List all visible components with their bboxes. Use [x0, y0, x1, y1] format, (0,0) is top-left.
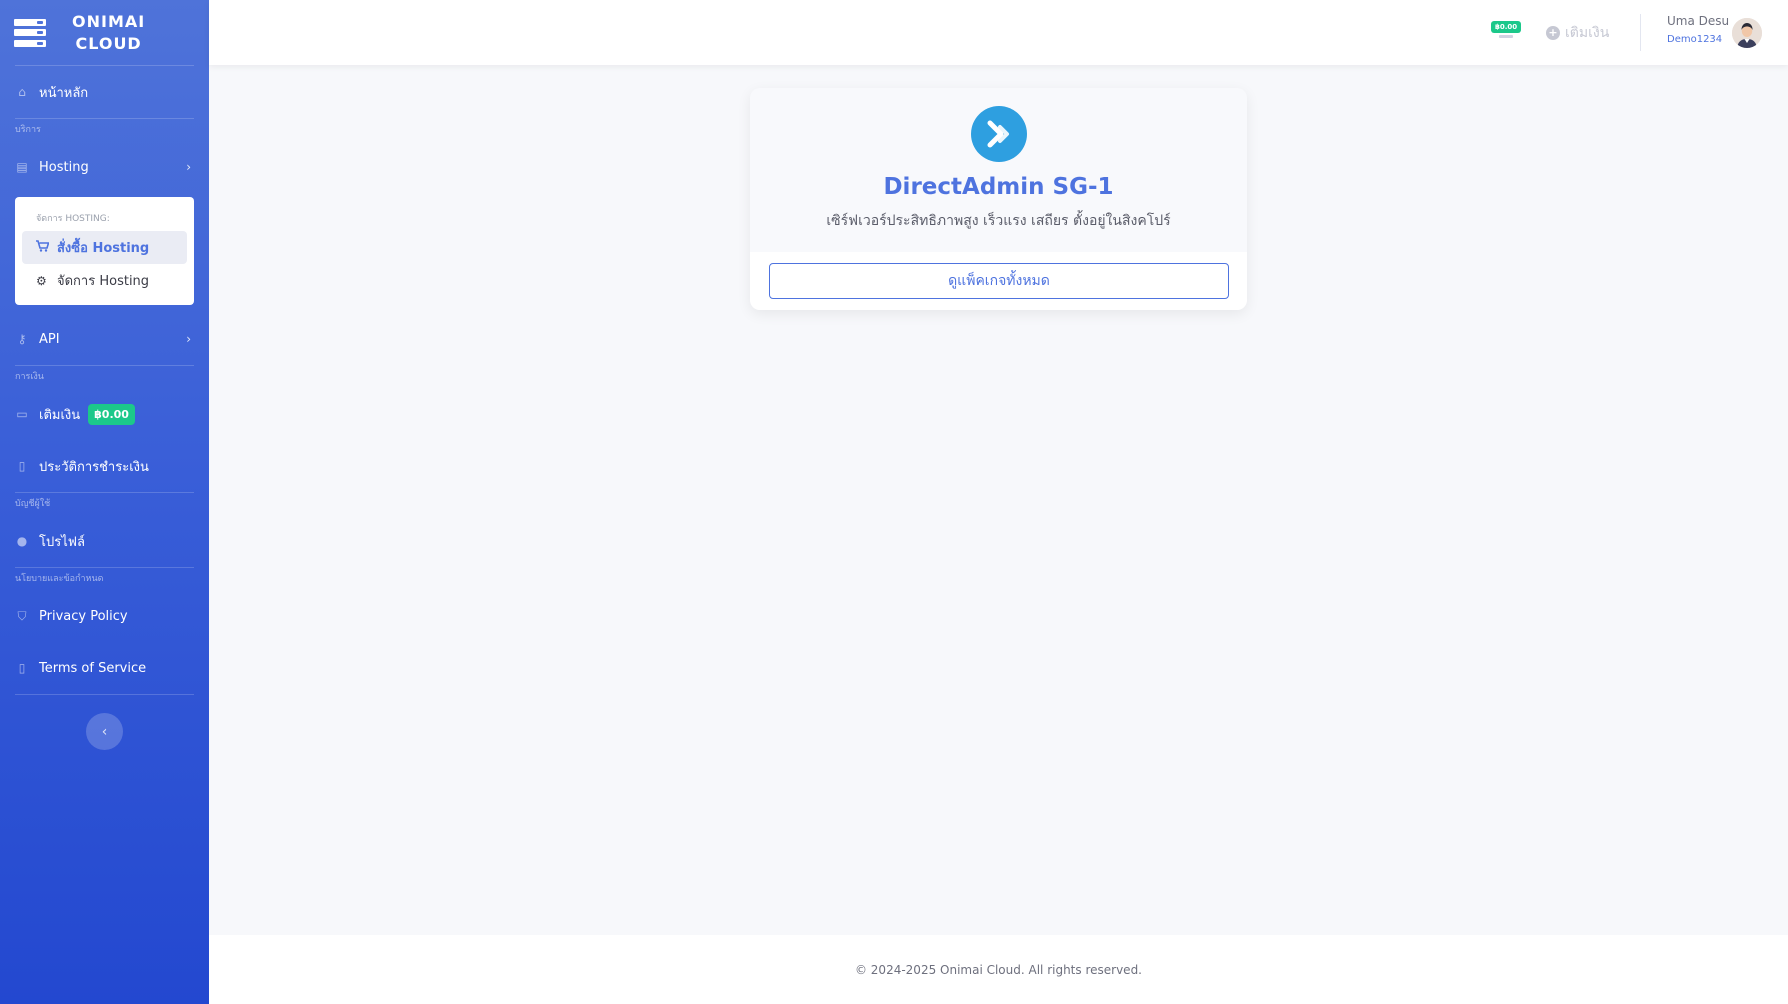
sidebar-item-api[interactable]: ⚷ API ›: [0, 313, 209, 365]
sidebar: ONIMAI CLOUD ⌂ หน้าหลัก บริการ ▤ Hosting…: [0, 0, 209, 1004]
product-title: DirectAdmin SG-1: [883, 174, 1114, 200]
sidebar-item-hosting[interactable]: ▤ Hosting ›: [0, 141, 209, 193]
chevron-right-icon: ›: [186, 160, 191, 174]
brand-line-2: CLOUD: [75, 33, 142, 53]
sidebar-item-label: Hosting: [39, 159, 89, 175]
cogs-icon: ⚙: [36, 273, 47, 288]
card-footer: ดูแพ็คเกจทั้งหมด: [750, 252, 1247, 310]
submenu-item-order-hosting[interactable]: สั่งซื้อ Hosting: [22, 231, 187, 264]
directadmin-logo-icon: [970, 106, 1027, 162]
file-icon: ▯: [18, 661, 26, 675]
divider: [1640, 14, 1641, 51]
chevron-right-icon: ›: [186, 332, 191, 346]
submenu-item-label: จัดการ Hosting: [57, 274, 150, 289]
balance-badge: ฿0.00: [88, 403, 135, 425]
brand-line-1: ONIMAI: [72, 11, 146, 31]
sidebar-item-terms[interactable]: ▯ Terms of Service: [0, 642, 209, 694]
sidebar-item-payment-history[interactable]: ▯ ประวัติการชำระเงิน: [0, 440, 209, 492]
product-description: เซิร์ฟเวอร์ประสิทธิภาพสูง เร็วแรง เสถียร…: [826, 213, 1171, 229]
server-icon: [14, 18, 46, 47]
sidebar-item-home[interactable]: ⌂ หน้าหลัก: [0, 66, 209, 118]
sidebar-item-label: API: [39, 331, 60, 347]
shield-icon: ⛉: [17, 609, 27, 623]
brand[interactable]: ONIMAI CLOUD: [0, 0, 209, 65]
user-username[interactable]: Demo1234: [1667, 34, 1722, 45]
sidebar-toggle-button[interactable]: ‹: [86, 713, 123, 750]
topup-link[interactable]: + เติมเงิน: [1546, 22, 1609, 44]
sidebar-item-topup[interactable]: ▭ เติมเงิน ฿0.00: [0, 388, 209, 440]
topup-label: เติมเงิน: [1565, 25, 1610, 41]
sidebar-item-privacy[interactable]: ⛉ Privacy Policy: [0, 590, 209, 642]
footer: © 2024-2025 Onimai Cloud. All rights res…: [209, 935, 1788, 1004]
home-icon: ⌂: [18, 85, 26, 99]
view-all-packages-button[interactable]: ดูแพ็คเกจทั้งหมด: [769, 263, 1229, 299]
key-icon: ⚷: [17, 332, 27, 346]
plus-circle-icon: +: [1546, 26, 1560, 40]
topbar: ฿0.00 + เติมเงิน Uma Desu Demo1234: [209, 0, 1788, 65]
sidebar-item-label: หน้าหลัก: [39, 85, 89, 101]
section-label-account: บัญชีผู้ใช้: [15, 499, 51, 509]
topbar-balance-badge: ฿0.00: [1491, 21, 1522, 33]
server-icon: ▤: [16, 160, 28, 174]
wallet-icon: ▭: [16, 407, 28, 421]
section-label-services: บริการ: [15, 125, 41, 135]
section-label-policy: นโยบายและข้อกำหนด: [15, 574, 104, 584]
submenu-item-label: สั่งซื้อ Hosting: [57, 241, 150, 256]
product-card: DirectAdmin SG-1 เซิร์ฟเวอร์ประสิทธิภาพส…: [750, 88, 1247, 310]
user-name[interactable]: Uma Desu: [1667, 14, 1729, 28]
sidebar-item-label: Privacy Policy: [39, 608, 128, 624]
file-icon: ▯: [18, 459, 26, 473]
user-icon: ●: [16, 534, 28, 548]
hosting-submenu: จัดการ HOSTING: สั่งซื้อ Hosting ⚙ จัดกา…: [15, 197, 194, 305]
sidebar-item-label: Terms of Service: [39, 660, 147, 676]
chevron-left-icon: ‹: [101, 723, 108, 740]
brand-name: ONIMAI CLOUD: [72, 11, 145, 55]
copyright-text: © 2024-2025 Onimai Cloud. All rights res…: [854, 962, 1142, 977]
avatar[interactable]: [1732, 18, 1762, 48]
sidebar-item-label: โปรไฟล์: [39, 534, 85, 550]
sidebar-item-label: เติมเงิน: [39, 407, 81, 423]
sidebar-item-label: ประวัติการชำระเงิน: [39, 459, 149, 475]
cart-icon: [36, 240, 51, 255]
submenu-item-manage-hosting[interactable]: ⚙ จัดการ Hosting: [22, 264, 187, 297]
submenu-header: จัดการ HOSTING:: [36, 214, 110, 224]
sidebar-item-profile[interactable]: ● โปรไฟล์: [0, 515, 209, 567]
section-label-finance: การเงิน: [15, 372, 44, 382]
wallet-icon: [1499, 35, 1513, 38]
divider: [15, 694, 194, 695]
